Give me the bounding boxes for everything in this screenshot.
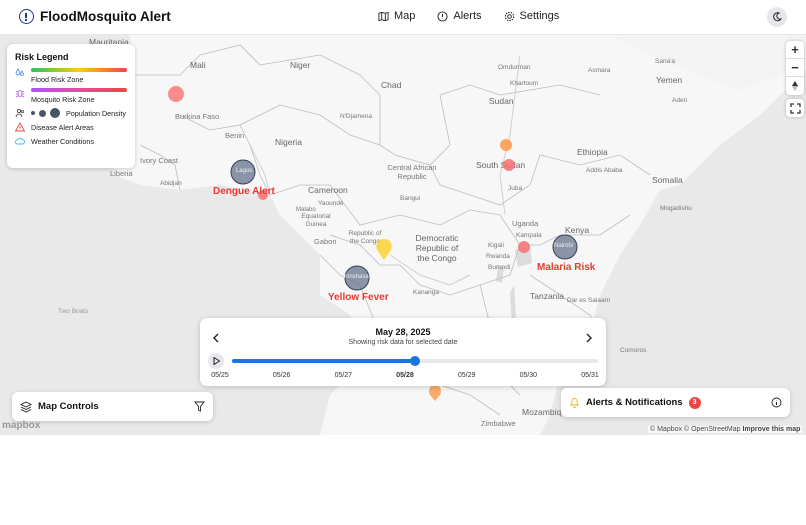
zoom-controls: + − — [786, 41, 804, 95]
moon-icon — [773, 12, 782, 22]
filter-icon[interactable] — [194, 401, 205, 412]
yellow-fever-label[interactable]: Yellow Fever — [328, 292, 389, 303]
info-icon[interactable] — [771, 397, 782, 408]
legend-population-label: Population Density — [66, 108, 126, 118]
nav-alerts-label: Alerts — [453, 10, 482, 22]
legend-title: Risk Legend — [15, 52, 69, 62]
timeline-tick[interactable]: 05/26 — [273, 372, 291, 379]
yellow-fever-marker[interactable] — [376, 239, 392, 260]
layers-icon — [20, 400, 32, 413]
theme-toggle-button[interactable] — [767, 7, 787, 27]
legend-disease: Disease Alert Areas — [15, 122, 127, 132]
timeline-tick[interactable]: 05/29 — [458, 372, 476, 379]
timeline-ticks: 05/25 05/26 05/27 05/28 05/29 05/30 05/31 — [200, 372, 606, 382]
legend-weather-label: Weather Conditions — [31, 136, 94, 146]
risk-legend: Risk Legend Flood Risk Zone Mosquito Ris… — [7, 44, 135, 168]
legend-mosquito-label: Mosquito Risk Zone — [31, 95, 95, 104]
timeline-tick[interactable]: 05/28 — [396, 372, 414, 379]
legend-flood: Flood Risk Zone — [15, 68, 127, 84]
flood-marker-south[interactable] — [429, 385, 441, 401]
warning-triangle-icon — [15, 122, 25, 132]
legend-weather: Weather Conditions — [15, 136, 127, 146]
flood-marker-south-sudan[interactable] — [500, 139, 512, 151]
population-dots — [31, 108, 60, 118]
nav-map-label: Map — [394, 10, 416, 22]
bug-icon — [15, 90, 25, 98]
mapbox-logo[interactable]: mapbox — [2, 420, 40, 431]
timeline-slider-fill — [232, 359, 415, 363]
timeline-subtitle: Showing risk data for selected date — [348, 339, 458, 346]
droplets-icon — [15, 68, 24, 76]
nav-map[interactable]: Map — [378, 10, 415, 22]
timeline-tick[interactable]: 05/27 — [335, 372, 353, 379]
legend-disease-label: Disease Alert Areas — [31, 122, 94, 132]
marker-label-kinshasa: Kinshasa — [344, 274, 369, 280]
timeline-slider-thumb[interactable] — [410, 356, 420, 366]
dengue-alert-label[interactable]: Dengue Alert — [213, 186, 275, 197]
compass-button[interactable] — [786, 77, 804, 95]
compass-icon — [792, 81, 798, 91]
alert-circle-icon — [437, 10, 448, 22]
marker-label-lagos: Lagos — [236, 168, 253, 174]
alert-count-badge: 3 — [688, 396, 701, 409]
chevron-right-icon — [586, 333, 592, 343]
gear-icon — [504, 11, 514, 21]
app-title: FloodMosquito Alert — [40, 9, 171, 24]
bell-icon — [569, 398, 580, 408]
legend-flood-label: Flood Risk Zone — [31, 75, 84, 84]
play-button[interactable] — [208, 353, 224, 369]
map-attribution: © Mapbox © OpenStreetMap Improve this ma… — [648, 426, 803, 433]
brand[interactable]: FloodMosquito Alert — [19, 9, 171, 24]
malaria-risk-label[interactable]: Malaria Risk — [537, 262, 595, 273]
fullscreen-icon — [789, 102, 801, 114]
legend-population: Population Density — [15, 108, 127, 118]
alerts-title: Alerts & Notifications — [586, 397, 683, 408]
attrib-improve[interactable]: Improve this map — [742, 426, 800, 433]
map-controls-label: Map Controls — [38, 401, 99, 412]
mosquito-marker-kigali[interactable] — [518, 241, 530, 253]
flood-marker[interactable] — [168, 86, 184, 102]
nav-settings[interactable]: Settings — [504, 10, 560, 22]
timeline-tick[interactable]: 05/25 — [211, 372, 229, 379]
fullscreen-button[interactable] — [786, 99, 804, 117]
timeline-slider[interactable] — [232, 356, 598, 366]
nav-alerts[interactable]: Alerts — [437, 10, 482, 22]
main-nav: Map Alerts Settings — [378, 10, 559, 22]
users-icon — [15, 108, 25, 118]
attrib-osm[interactable]: © OpenStreetMap — [684, 426, 741, 433]
mosquito-marker-south-sudan[interactable] — [503, 159, 515, 171]
timeline-date: May 28, 2025 — [375, 327, 431, 337]
legend-mosquito: Mosquito Risk Zone — [15, 88, 127, 104]
map-controls-panel[interactable]: Map Controls — [12, 392, 213, 421]
timeline-tick[interactable]: 05/30 — [520, 372, 538, 379]
timeline-next-button[interactable] — [585, 330, 593, 346]
nav-settings-label: Settings — [519, 10, 560, 22]
alerts-panel[interactable]: Alerts & Notifications 3 — [561, 388, 790, 417]
attrib-mapbox[interactable]: © Mapbox — [650, 426, 682, 433]
timeline-tick[interactable]: 05/31 — [581, 372, 599, 379]
marker-label-nairobi: Nairobi — [554, 243, 574, 249]
play-icon — [213, 357, 220, 365]
alert-circle-icon — [19, 9, 34, 24]
timeline-panel: May 28, 2025 Showing risk data for selec… — [200, 318, 606, 386]
zoom-in-button[interactable]: + — [786, 41, 804, 59]
cloud-icon — [15, 137, 25, 145]
flood-gradient — [31, 68, 127, 72]
zoom-out-button[interactable]: − — [786, 59, 804, 77]
app-header: FloodMosquito Alert Map Alerts Settings — [0, 0, 806, 35]
mosquito-gradient — [31, 88, 127, 92]
map-icon — [378, 11, 389, 21]
